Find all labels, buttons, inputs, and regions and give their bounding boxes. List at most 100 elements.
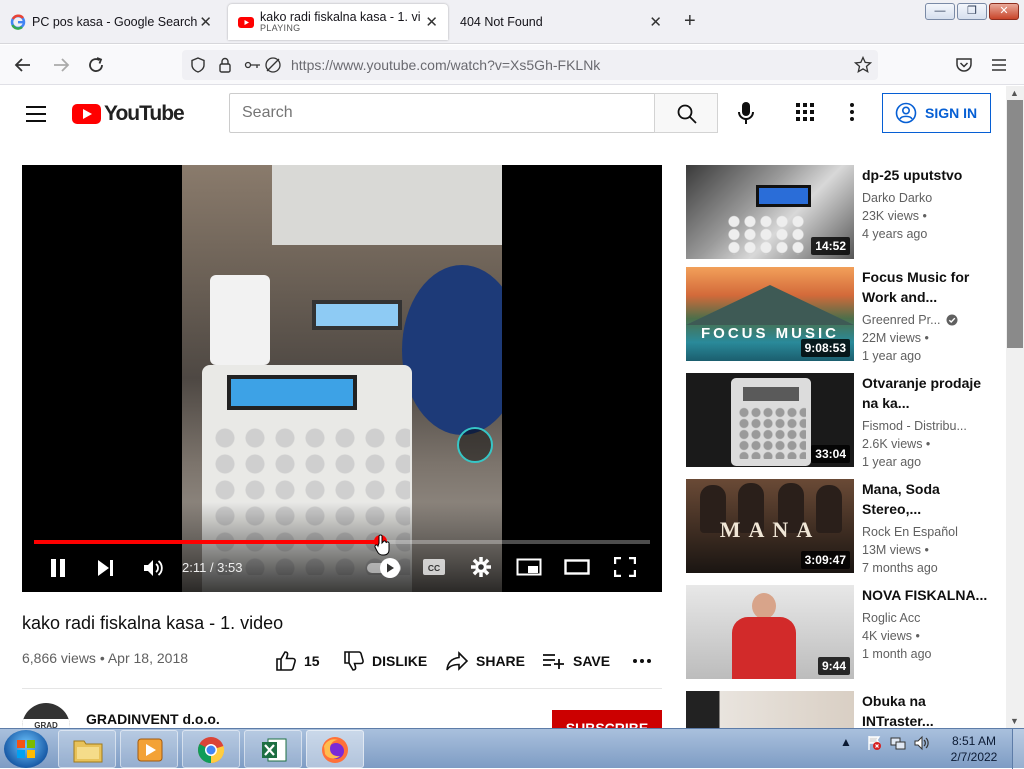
autoplay-blocked-icon[interactable] (264, 56, 282, 74)
taskbar-chrome[interactable] (182, 730, 240, 768)
duration-badge: 33:04 (811, 445, 850, 463)
taskbar-clock[interactable]: 8:51 AM 2/7/2022 (944, 733, 1004, 765)
minimize-button[interactable]: — (925, 3, 955, 20)
next-icon[interactable] (96, 559, 116, 577)
recommended-video[interactable]: Obuka na INTraster... (686, 691, 1002, 728)
picture-in-picture-overlay-icon[interactable] (457, 427, 493, 463)
recommended-video[interactable]: FOCUS MUSIC 9:08:53 Focus Music for Work… (686, 267, 1002, 363)
tab-google-search[interactable]: PC pos kasa - Google Search ✕ (0, 4, 222, 40)
address-bar[interactable]: https://www.youtube.com/watch?v=Xs5Gh-FK… (182, 50, 878, 80)
recommended-channel[interactable]: Darko Darko (862, 189, 1000, 207)
thumbs-down-icon (344, 651, 364, 671)
scroll-down-arrow-icon[interactable]: ▼ (1010, 716, 1019, 726)
youtube-logo[interactable]: YouTube (72, 102, 185, 126)
recommended-channel[interactable]: Rock En Español (862, 523, 1000, 541)
recommended-video[interactable]: 33:04 Otvaranje prodaje na ka... Fismod … (686, 373, 1002, 469)
microphone-icon[interactable] (732, 99, 760, 127)
reload-icon[interactable] (87, 56, 105, 74)
video-thumbnail[interactable]: MANA 3:09:47 (686, 479, 854, 573)
taskbar-media-player[interactable] (120, 730, 178, 768)
settings-gear-icon[interactable] (470, 556, 492, 578)
recommended-video[interactable]: 14:52 dp-25 uputstvo Darko Darko 23K vie… (686, 165, 1002, 259)
close-tab-icon[interactable]: ✕ (649, 13, 662, 31)
video-player[interactable]: 2:11 / 3:53 CC (22, 165, 662, 592)
taskbar-firefox[interactable] (306, 730, 364, 768)
windows-logo-icon (17, 740, 35, 758)
app-menu-icon[interactable] (991, 57, 1007, 73)
close-tab-icon[interactable]: ✕ (425, 13, 438, 31)
video-thumbnail[interactable] (686, 691, 854, 728)
tray-expand-icon[interactable]: ▲ (840, 735, 852, 749)
search-input[interactable] (229, 93, 655, 133)
close-window-button[interactable]: ✕ (989, 3, 1019, 20)
folder-icon (73, 740, 103, 763)
volume-icon[interactable] (142, 558, 164, 578)
sign-in-label: SIGN IN (925, 105, 978, 121)
network-icon[interactable] (890, 735, 906, 751)
recommended-channel[interactable]: Roglic Acc (862, 609, 1000, 627)
video-thumbnail[interactable]: 9:44 (686, 585, 854, 679)
menu-icon[interactable] (26, 106, 46, 127)
channel-name[interactable]: GRADINVENT d.o.o. (86, 711, 220, 727)
recommended-title[interactable]: Obuka na INTraster... (862, 691, 1000, 728)
recommended-title[interactable]: dp-25 uputstvo (862, 165, 1000, 185)
video-title: kako radi fiskalna kasa - 1. video (22, 613, 284, 633)
user-icon (895, 102, 917, 124)
scroll-up-arrow-icon[interactable]: ▲ (1010, 88, 1019, 98)
video-stats: 6,866 views • Apr 18, 2018 (22, 650, 189, 666)
recommended-title[interactable]: Focus Music for Work and... (862, 267, 1000, 307)
tab-youtube-video[interactable]: kako radi fiskalna kasa - 1. video PLAYI… (228, 4, 448, 40)
scrollbar-thumb[interactable] (1007, 100, 1023, 348)
pocket-icon[interactable] (955, 56, 973, 74)
forward-icon[interactable] (52, 56, 70, 74)
save-button[interactable]: SAVE (542, 650, 610, 672)
permissions-icon[interactable] (244, 57, 262, 73)
bookmark-star-icon[interactable] (854, 56, 872, 74)
show-desktop-button[interactable] (1012, 729, 1024, 769)
recommended-title[interactable]: Otvaranje prodaje na ka... (862, 373, 1000, 413)
controls-gradient (22, 502, 662, 592)
taskbar-file-explorer[interactable] (58, 730, 116, 768)
page-scrollbar[interactable]: ▲ ▼ (1006, 86, 1024, 728)
subtitles-icon[interactable]: CC (422, 558, 446, 576)
lock-icon[interactable] (218, 57, 232, 73)
recommended-views: 4K views • (862, 629, 920, 643)
apps-grid-icon[interactable] (796, 103, 816, 123)
maximize-button[interactable]: ❐ (957, 3, 987, 20)
recommended-channel[interactable]: Greenred Pr... (862, 311, 941, 329)
save-label: SAVE (573, 653, 611, 669)
share-button[interactable]: SHARE (445, 650, 525, 672)
recommended-title[interactable]: Mana, Soda Stereo,... (862, 479, 1000, 519)
sign-in-button[interactable]: SIGN IN (882, 93, 991, 133)
autoplay-toggle[interactable] (366, 557, 402, 579)
pause-icon[interactable] (49, 558, 67, 578)
more-actions-icon[interactable] (632, 658, 652, 664)
video-thumbnail[interactable]: 33:04 (686, 373, 854, 467)
taskbar-excel[interactable] (244, 730, 302, 768)
miniplayer-icon[interactable] (516, 558, 542, 576)
start-button[interactable] (4, 730, 48, 768)
settings-more-icon[interactable] (850, 103, 858, 123)
new-tab-icon[interactable]: + (684, 10, 696, 33)
recommended-video[interactable]: 9:44 NOVA FISKALNA... Roglic Acc 4K view… (686, 585, 1002, 679)
theater-mode-icon[interactable] (564, 559, 590, 575)
dislike-button[interactable]: DISLIKE (343, 650, 427, 672)
speaker-icon[interactable] (914, 735, 930, 751)
video-thumbnail[interactable]: FOCUS MUSIC 9:08:53 (686, 267, 854, 361)
fullscreen-icon[interactable] (614, 557, 636, 577)
progress-bar[interactable] (34, 535, 650, 548)
tab-404[interactable]: 404 Not Found ✕ (450, 4, 672, 40)
like-button[interactable]: 15 (275, 650, 320, 672)
recommended-video[interactable]: MANA 3:09:47 Mana, Soda Stereo,... Rock … (686, 479, 1002, 575)
search-button[interactable] (654, 93, 718, 133)
video-thumbnail[interactable]: 14:52 (686, 165, 854, 259)
google-icon (10, 14, 26, 30)
tracking-shield-icon[interactable] (190, 57, 206, 73)
recommended-channel[interactable]: Fismod - Distribu... (862, 417, 1000, 435)
url-text[interactable]: https://www.youtube.com/watch?v=Xs5Gh-FK… (291, 57, 600, 73)
recommended-title[interactable]: NOVA FISKALNA... (862, 585, 1000, 605)
back-icon[interactable] (14, 56, 32, 74)
close-tab-icon[interactable]: ✕ (199, 13, 212, 31)
like-count: 15 (304, 653, 320, 669)
action-center-flag-icon[interactable] (866, 735, 882, 751)
